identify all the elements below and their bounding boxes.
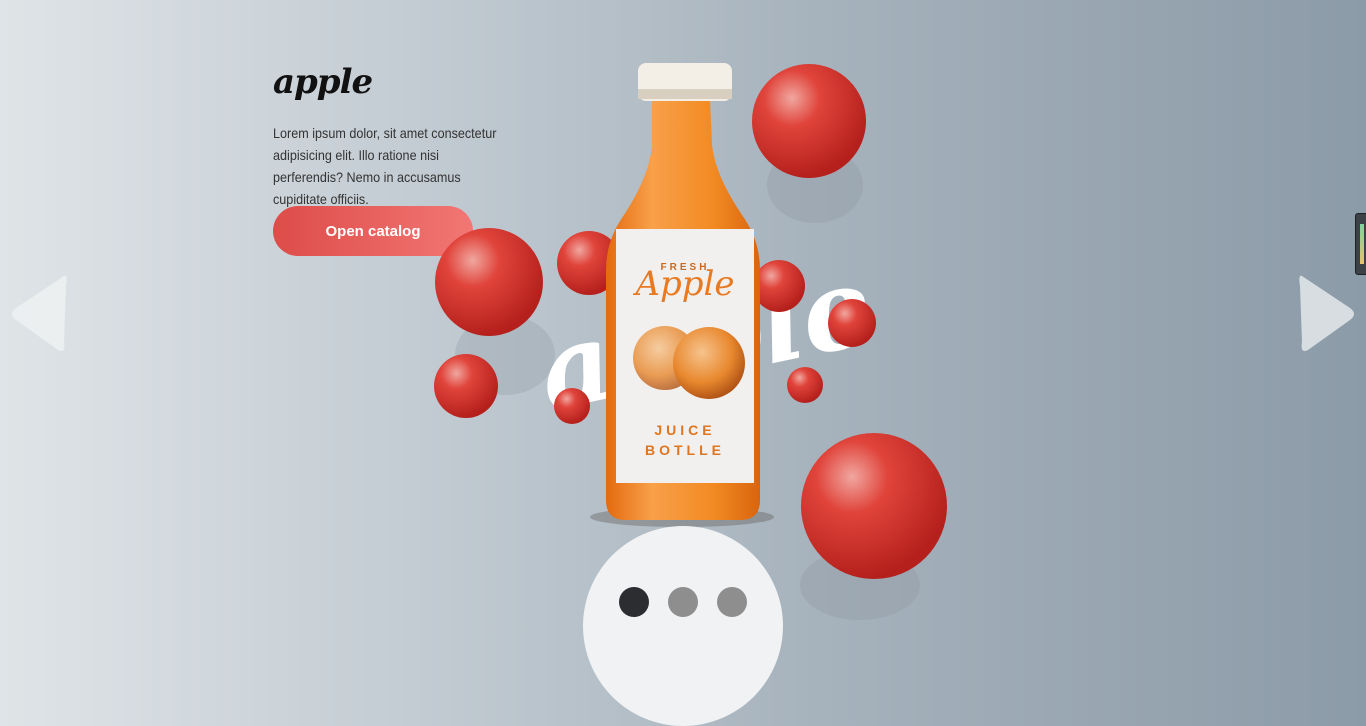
triangle-right-icon (1299, 275, 1354, 351)
apple-image (752, 64, 866, 178)
apple-image (801, 433, 947, 579)
apple-image (753, 260, 805, 312)
slider-dot[interactable] (717, 587, 747, 617)
label-line1-text: JUICE (654, 422, 715, 438)
triangle-left-icon (12, 275, 67, 351)
prev-slide-button[interactable] (8, 272, 68, 354)
slider-dots-container (583, 526, 783, 726)
label-line2-text: BOTLLE (645, 442, 725, 458)
slider-dot[interactable] (668, 587, 698, 617)
apple-image (434, 354, 498, 418)
apple-image (435, 228, 543, 336)
label-name-text: Apple (632, 264, 734, 304)
slider-dot[interactable] (619, 587, 649, 617)
label-apple-icon (673, 327, 745, 399)
apple-image (828, 299, 876, 347)
scroll-indicator-bar (1360, 224, 1364, 264)
next-slide-button[interactable] (1298, 272, 1358, 354)
apple-image (787, 367, 823, 403)
scroll-indicator[interactable] (1355, 213, 1366, 275)
brand-logo[interactable]: apple (273, 62, 373, 102)
product-stage: apple FRESH Apple JUICE BOTLLE (420, 55, 960, 620)
apple-image (554, 388, 590, 424)
